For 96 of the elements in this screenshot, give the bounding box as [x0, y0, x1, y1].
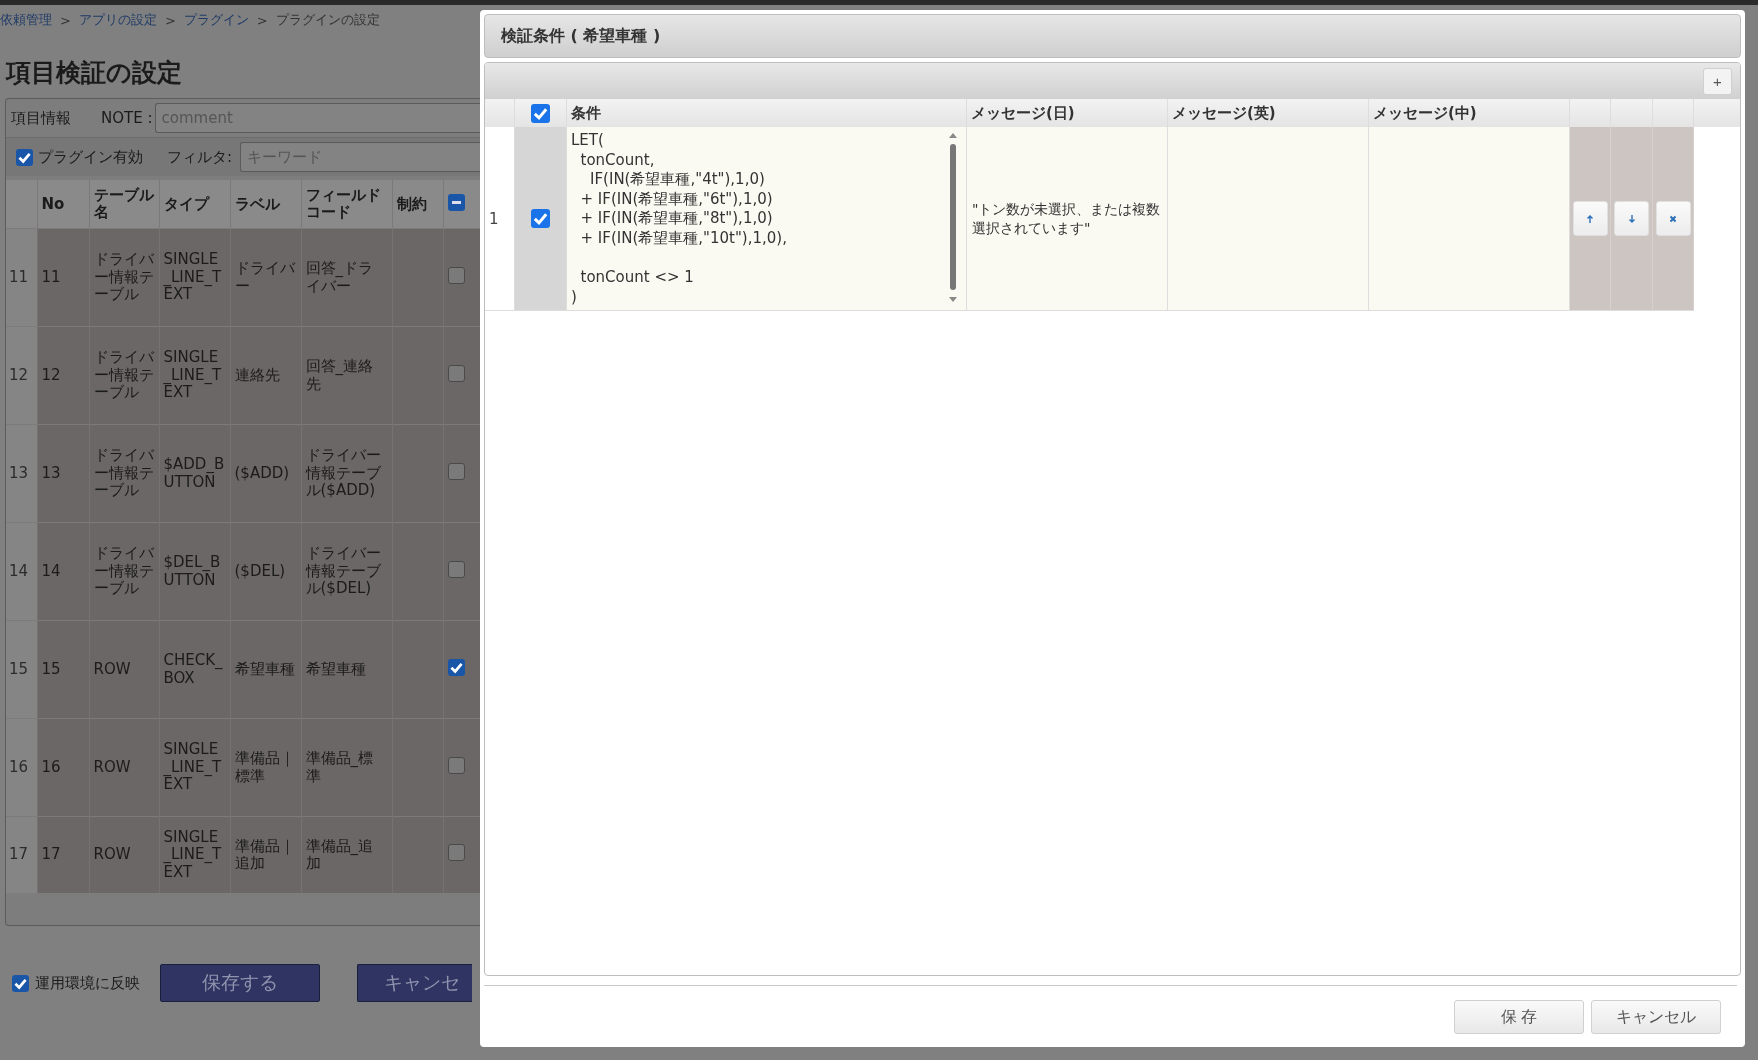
row-number: 16 — [6, 718, 37, 817]
row-number: 17 — [6, 816, 37, 893]
filter-label: フィルタ: — [167, 147, 233, 167]
delete-icon — [1668, 213, 1678, 224]
table-cell: ドライバー情報テーブル — [89, 326, 159, 425]
checkbox[interactable] — [447, 462, 465, 480]
dialog-title: 検証条件 ( 希望車種 ) — [484, 14, 1741, 58]
table-cell: ドライバー — [230, 228, 301, 327]
table-cell: SINGLE_LINE_TEXT — [159, 816, 230, 893]
table-cell: CHECK_BOX — [159, 620, 230, 719]
table-cell: ドライバー情報テーブル — [89, 522, 159, 621]
checkbox[interactable] — [16, 148, 33, 166]
checkbox-label: 運用環境に反映 — [35, 973, 140, 993]
row-number: 1 — [485, 127, 515, 311]
checkbox-label: プラグイン有効 — [38, 147, 143, 167]
save-button[interactable]: 保 存 — [1454, 1000, 1584, 1034]
checkbox[interactable] — [447, 658, 465, 676]
table-cell: 17 — [37, 816, 89, 893]
breadcrumb-separator: > — [60, 12, 71, 28]
checkbox[interactable] — [447, 756, 465, 774]
cancel-button[interactable]: キャンセ — [357, 964, 472, 1002]
move-up-button[interactable] — [1572, 201, 1608, 236]
header-cell — [1570, 99, 1611, 127]
checkbox[interactable] — [531, 103, 550, 123]
table-cell: ドライバー情報テーブル($DEL) — [301, 522, 392, 621]
table-cell: 連絡先 — [230, 326, 301, 425]
row-number: 14 — [6, 522, 37, 621]
table-cell: ($DEL) — [230, 522, 301, 621]
page-title: 項目検証の設定 — [6, 57, 183, 89]
breadcrumb-separator: > — [256, 12, 268, 28]
breadcrumb-link[interactable]: プラグイン — [183, 11, 249, 29]
table-cell: ($ADD) — [230, 424, 301, 523]
breadcrumb-separator: > — [164, 12, 176, 28]
row-number: 12 — [6, 326, 37, 425]
breadcrumb-link[interactable]: 依頼管理 — [0, 11, 52, 29]
table-cell: 回答_ドライバー — [301, 228, 392, 327]
table-cell: ドライバー情報テーブル — [89, 228, 159, 327]
column-header: タイプ — [159, 180, 230, 229]
select-all-checkbox[interactable] — [447, 193, 465, 211]
table-cell: ROW — [89, 816, 159, 893]
breadcrumb-current: プラグインの設定 — [275, 11, 380, 29]
table-cell: 回答_連絡先 — [301, 326, 392, 425]
row-number: 13 — [6, 424, 37, 523]
checkbox[interactable] — [531, 209, 550, 228]
table-cell: 13 — [37, 424, 89, 523]
table-cell: 15 — [37, 620, 89, 719]
header-cell — [1653, 99, 1694, 127]
move-up-icon — [1585, 213, 1595, 224]
checkbox[interactable] — [447, 560, 465, 578]
column-header: メッセージ(英) — [1168, 99, 1369, 127]
checkbox[interactable] — [12, 974, 29, 992]
column-header: ラベル — [230, 180, 301, 229]
checkbox[interactable] — [447, 364, 465, 382]
table-cell: $ADD_BUTTON — [159, 424, 230, 523]
table-cell: ドライバー情報テーブル — [89, 424, 159, 523]
column-header: メッセージ(中) — [1369, 99, 1570, 127]
move-down-button[interactable] — [1614, 201, 1649, 236]
row-number: 15 — [6, 620, 37, 719]
column-header: テーブル名 — [89, 180, 159, 229]
breadcrumb-link[interactable]: アプリの設定 — [78, 11, 157, 29]
table-cell: 12 — [37, 326, 89, 425]
row-number: 11 — [6, 228, 37, 327]
column-header: フィールドコード — [301, 180, 392, 229]
table-cell: 準備品｜追加 — [230, 816, 301, 893]
table-cell: ドライバー情報テーブル($ADD) — [301, 424, 392, 523]
table-cell: 希望車種 — [230, 620, 301, 719]
checkbox[interactable] — [447, 266, 465, 284]
table-cell: SINGLE_LINE_TEXT — [159, 718, 230, 817]
table-cell: $DEL_BUTTON — [159, 522, 230, 621]
cancel-button[interactable]: キャンセル — [1591, 1000, 1721, 1034]
table-cell: 準備品_標準 — [301, 718, 392, 817]
message-text: "トン数が未選択、または複数選択されています" — [972, 199, 1162, 238]
column-header: 制約 — [392, 180, 443, 229]
section-label: 項目情報 — [11, 108, 71, 128]
table-cell: 16 — [37, 718, 89, 817]
column-header: No — [37, 180, 89, 229]
header-cell — [1611, 99, 1653, 127]
table-cell: SINGLE_LINE_TEXT — [159, 228, 230, 327]
add-button[interactable]: + — [1703, 67, 1732, 95]
condition-field[interactable]: LET( tonCount, IF(IN(希望車種,"4t"),1,0) + IF(IN(希望車種,"6t"),1,0) + IF(IN(希望車種,"8t"),1,0) + IF(IN(希望車種,"10t"),1,0), tonCount <> 1 ) — [571, 131, 944, 308]
save-button[interactable]: 保存する — [160, 964, 320, 1002]
column-header: 条件 — [567, 99, 967, 127]
table-cell: 準備品｜標準 — [230, 718, 301, 817]
checkbox[interactable] — [447, 844, 465, 862]
table-cell: 希望車種 — [301, 620, 392, 719]
header-cell — [1694, 99, 1740, 127]
note-label: NOTE : — [101, 109, 153, 127]
table-cell: 準備品_追加 — [301, 816, 392, 893]
table-cell: ROW — [89, 620, 159, 719]
table-cell: SINGLE_LINE_TEXT — [159, 326, 230, 425]
delete-button[interactable] — [1655, 201, 1691, 236]
column-header: メッセージ(日) — [967, 99, 1168, 127]
move-down-icon — [1626, 213, 1637, 224]
table-cell: ROW — [89, 718, 159, 817]
table-cell: 11 — [37, 228, 89, 327]
table-cell: 14 — [37, 522, 89, 621]
